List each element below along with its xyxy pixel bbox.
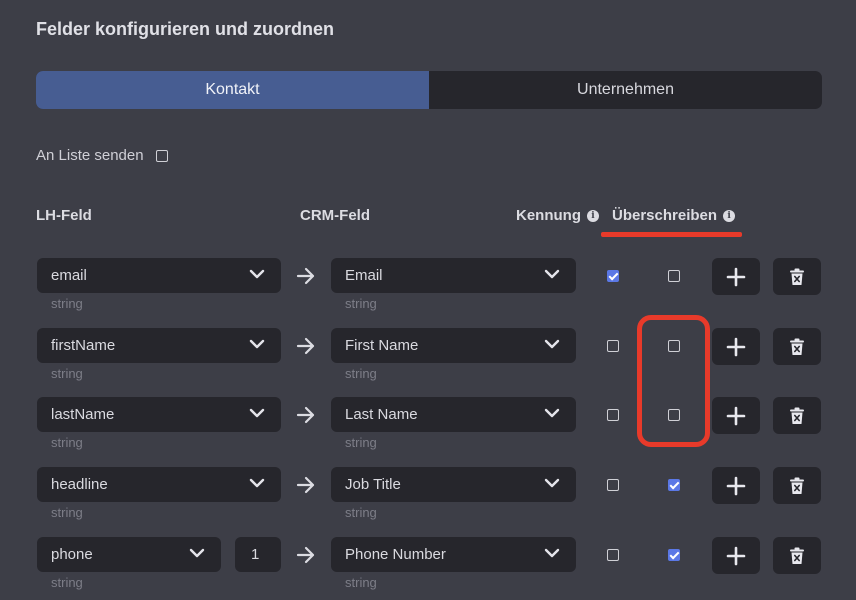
tab-kontakt[interactable]: Kontakt	[36, 71, 429, 109]
chevron-down-icon	[189, 548, 205, 558]
chevron-down-icon	[544, 269, 560, 279]
trash-icon	[790, 547, 804, 564]
crm-field-select[interactable]: Phone Number	[331, 537, 576, 572]
field-mapping-row: headline string Job Title string	[0, 467, 856, 523]
field-mapping-row: phone string 1 Phone Number string	[0, 537, 856, 593]
chevron-down-icon	[544, 408, 560, 418]
crm-field-select[interactable]: Email	[331, 258, 576, 293]
annotation-underline	[601, 232, 742, 237]
trash-icon	[790, 477, 804, 494]
overwrite-checkbox[interactable]	[668, 270, 680, 282]
plus-icon	[726, 267, 746, 286]
identifier-header: Kennung i	[516, 207, 599, 224]
add-row-button[interactable]	[712, 258, 760, 295]
chevron-down-icon	[249, 269, 265, 279]
delete-row-button[interactable]	[773, 467, 821, 504]
chevron-down-icon	[249, 339, 265, 349]
lh-field-value: firstName	[51, 337, 116, 354]
lh-field-value: email	[51, 267, 87, 284]
add-row-button[interactable]	[712, 328, 760, 365]
plus-icon	[726, 406, 746, 425]
chevron-down-icon	[249, 478, 265, 488]
lh-field-type: string	[51, 505, 83, 520]
field-mapping-row: email string Email string	[0, 258, 856, 314]
lh-field-select[interactable]: phone	[37, 537, 221, 572]
arrow-right-icon	[296, 267, 315, 285]
tab-bar: Kontakt Unternehmen	[36, 71, 822, 109]
identifier-header-label: Kennung	[516, 207, 581, 224]
tab-unternehmen[interactable]: Unternehmen	[429, 71, 822, 109]
lh-field-value: headline	[51, 476, 108, 493]
field-mapping-row: lastName string Last Name string	[0, 397, 856, 453]
crm-field-select[interactable]: Last Name	[331, 397, 576, 432]
plus-icon	[726, 476, 746, 495]
chevron-down-icon	[249, 408, 265, 418]
arrow-right-icon	[296, 406, 315, 424]
field-mapping-row: firstName string First Name string	[0, 328, 856, 384]
lh-field-type: string	[51, 575, 83, 590]
crm-field-select[interactable]: First Name	[331, 328, 576, 363]
crm-field-type: string	[345, 296, 377, 311]
lh-field-select[interactable]: email	[37, 258, 281, 293]
arrow-right-icon	[296, 546, 315, 564]
crm-field-type: string	[345, 435, 377, 450]
crm-field-select[interactable]: Job Title	[331, 467, 576, 502]
plus-icon	[726, 337, 746, 356]
identifier-checkbox[interactable]	[607, 549, 619, 561]
add-row-button[interactable]	[712, 467, 760, 504]
identifier-checkbox[interactable]	[607, 270, 619, 282]
crm-field-type: string	[345, 366, 377, 381]
crm-field-value: Job Title	[345, 476, 401, 493]
delete-row-button[interactable]	[773, 397, 821, 434]
annotation-highlight-box	[637, 315, 710, 447]
overwrite-header-label: Überschreiben	[612, 207, 718, 224]
chevron-down-icon	[544, 339, 560, 349]
add-row-button[interactable]	[712, 397, 760, 434]
lh-field-type: string	[51, 296, 83, 311]
trash-icon	[790, 268, 804, 285]
arrow-right-icon	[296, 476, 315, 494]
send-to-list-label: An Liste senden	[36, 147, 144, 164]
overwrite-header: Überschreiben i	[612, 207, 736, 224]
plus-icon	[726, 546, 746, 565]
lh-field-type: string	[51, 435, 83, 450]
index-input[interactable]: 1	[235, 537, 281, 572]
crm-field-value: Phone Number	[345, 546, 446, 563]
overwrite-checkbox[interactable]	[668, 549, 680, 561]
info-icon[interactable]: i	[587, 209, 599, 222]
lh-field-value: phone	[51, 546, 93, 563]
lh-field-select[interactable]: headline	[37, 467, 281, 502]
overwrite-checkbox[interactable]	[668, 479, 680, 491]
chevron-down-icon	[544, 548, 560, 558]
send-to-list-row: An Liste senden	[36, 147, 168, 164]
identifier-checkbox[interactable]	[607, 409, 619, 421]
crm-field-type: string	[345, 505, 377, 520]
lh-field-select[interactable]: lastName	[37, 397, 281, 432]
lh-field-type: string	[51, 366, 83, 381]
lh-field-header: LH-Feld	[36, 207, 92, 224]
lh-field-select[interactable]: firstName	[37, 328, 281, 363]
chevron-down-icon	[544, 478, 560, 488]
delete-row-button[interactable]	[773, 258, 821, 295]
identifier-checkbox[interactable]	[607, 340, 619, 352]
trash-icon	[790, 338, 804, 355]
lh-field-value: lastName	[51, 406, 115, 423]
crm-field-value: First Name	[345, 337, 419, 354]
arrow-right-icon	[296, 337, 315, 355]
add-row-button[interactable]	[712, 537, 760, 574]
delete-row-button[interactable]	[773, 537, 821, 574]
delete-row-button[interactable]	[773, 328, 821, 365]
trash-icon	[790, 407, 804, 424]
crm-field-type: string	[345, 575, 377, 590]
send-to-list-checkbox[interactable]	[155, 149, 168, 162]
crm-field-header: CRM-Feld	[300, 207, 370, 224]
info-icon[interactable]: i	[723, 209, 736, 222]
crm-field-value: Email	[345, 267, 383, 284]
page-title: Felder konfigurieren und zuordnen	[36, 19, 335, 39]
crm-field-value: Last Name	[345, 406, 418, 423]
identifier-checkbox[interactable]	[607, 479, 619, 491]
